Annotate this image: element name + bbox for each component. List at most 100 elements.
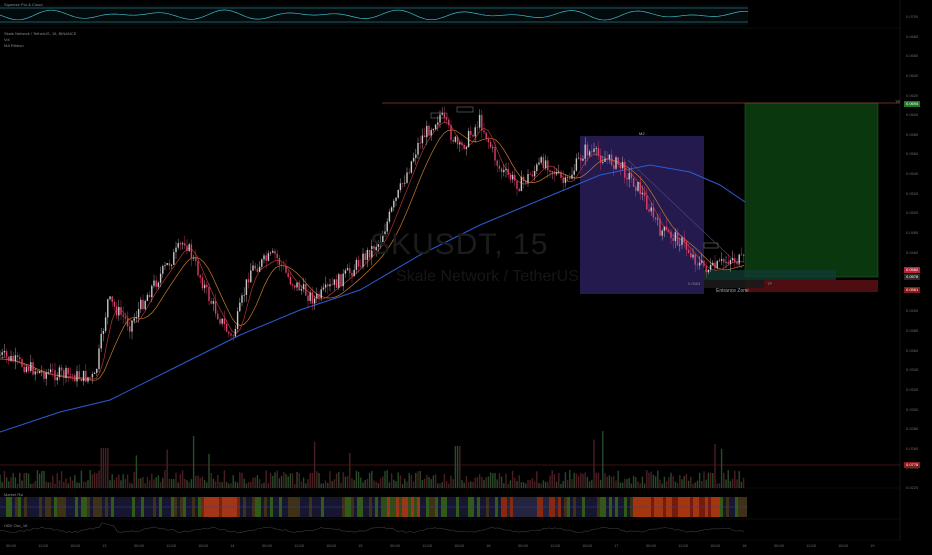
squeeze-legend[interactable]: Squeeze Pro & Cloud — [4, 2, 42, 7]
volume-bar — [335, 473, 338, 488]
candle-body — [410, 161, 413, 173]
time-axis-label: 18 — [742, 543, 747, 548]
candle-body — [93, 372, 96, 374]
candle-body — [586, 144, 589, 156]
candle-body — [646, 195, 648, 210]
entrance-zone-label: Entrance Zone — [716, 288, 749, 294]
volume-bar — [131, 483, 133, 488]
volume-bar — [690, 476, 692, 488]
candle-body — [236, 311, 239, 330]
watermark-symbol: SKUSDT, 15 — [370, 228, 549, 261]
volume-bar — [195, 475, 197, 488]
symbol-legend[interactable]: Skale Network / TetherUS, 15, BINANCE — [4, 31, 76, 36]
volume-bar — [267, 483, 270, 488]
obv-pane-label[interactable]: OBV Osc_18 — [4, 523, 27, 528]
candle-body — [496, 160, 498, 166]
volume-bar — [439, 483, 441, 488]
candle-body — [613, 165, 615, 169]
volume-bar — [630, 483, 633, 488]
candle-body — [329, 284, 331, 287]
volume-bar — [368, 473, 371, 488]
volume-bar — [151, 473, 153, 488]
volume-bar — [683, 476, 685, 488]
candle-body — [256, 268, 259, 272]
candle-body — [516, 180, 518, 189]
candle-body — [109, 296, 111, 300]
candle-body — [100, 333, 102, 349]
volume-bar — [346, 475, 349, 488]
volume-bar — [483, 479, 485, 488]
candle-body — [426, 125, 428, 138]
candle-body — [602, 161, 604, 163]
volume-bar — [126, 474, 129, 488]
price-axis-label: 0.0300 — [906, 406, 919, 412]
zone-marker-label: M2 — [639, 131, 645, 136]
price-axis-label: 0.0660 — [906, 53, 919, 59]
candle-body — [584, 144, 586, 159]
volume-bar — [386, 470, 388, 488]
candle-body — [184, 243, 186, 246]
volume-legend[interactable]: Vol — [4, 37, 10, 42]
price-axis-label: 0.0260 — [906, 445, 919, 451]
volume-bar — [349, 452, 351, 488]
time-axis-label: 18:00 — [454, 543, 465, 548]
volume-bar — [8, 481, 10, 488]
candle-body — [252, 265, 254, 271]
candle-body — [588, 151, 591, 156]
rsi-pane-label[interactable]: Market Rsi — [4, 492, 23, 497]
volume-bar — [474, 477, 476, 488]
volume-bar — [157, 475, 160, 488]
candle-body — [615, 157, 617, 169]
volume-bar — [225, 481, 228, 488]
volume-bar — [318, 472, 320, 488]
candle-body — [448, 119, 450, 126]
volume-bar — [382, 476, 384, 488]
volume-bar — [503, 483, 505, 488]
volume-bar — [102, 448, 105, 488]
volume-bar — [492, 473, 494, 488]
candle-body — [456, 136, 459, 145]
candle-body — [525, 180, 527, 183]
candle-body — [129, 326, 131, 332]
candle-body — [333, 279, 336, 285]
trading-chart[interactable]: SKUSDT, 15 Skale Network / TetherUS Sque… — [0, 0, 932, 550]
volume-bar — [628, 477, 630, 488]
volume-bar — [41, 471, 43, 488]
volume-bar — [12, 473, 14, 488]
stop-price-tag: 0.0561 — [904, 287, 921, 293]
volume-bar — [604, 473, 606, 488]
volume-bar — [445, 481, 448, 488]
volume-bar — [635, 477, 637, 488]
candle-body — [56, 377, 58, 381]
volume-bar — [162, 477, 164, 488]
candle-body — [547, 160, 549, 171]
volume-bar — [377, 483, 380, 488]
volume-bar — [45, 481, 47, 488]
candle-body — [58, 367, 61, 378]
candle-body — [395, 197, 397, 201]
candle-body — [195, 257, 197, 262]
volume-bar — [104, 448, 107, 488]
volume-bar — [340, 482, 342, 488]
volume-bar — [608, 475, 611, 488]
candle-body — [5, 350, 8, 357]
volume-bar — [718, 483, 721, 488]
volume-bar — [25, 472, 28, 488]
candle-body — [514, 174, 516, 181]
volume-bar — [404, 478, 406, 488]
ma-ribbon-legend[interactable]: MA Ribbon — [4, 43, 24, 48]
candle-body — [85, 370, 87, 382]
volume-bar — [624, 478, 626, 488]
volume-bar — [60, 471, 63, 488]
volume-bar — [456, 446, 459, 488]
candle-body — [619, 164, 622, 169]
price-axis-label: 0.0680 — [906, 33, 919, 39]
candle-body — [247, 279, 250, 283]
candle-body — [487, 139, 490, 143]
volume-bar — [729, 481, 732, 488]
candle-body — [670, 231, 672, 239]
volume-bar — [327, 482, 329, 488]
volume-bar — [518, 475, 520, 488]
volume-bar — [96, 473, 98, 488]
candle-body — [21, 359, 23, 367]
